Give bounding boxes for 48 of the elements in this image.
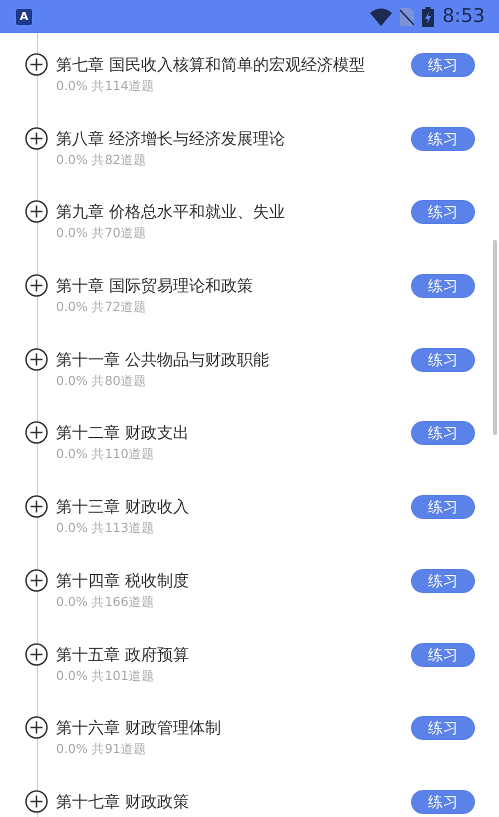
- practice-button[interactable]: 练习: [411, 642, 475, 666]
- practice-button[interactable]: 练习: [411, 53, 475, 77]
- expand-icon[interactable]: [25, 716, 48, 740]
- no-sim-icon: [400, 8, 414, 26]
- practice-button[interactable]: 练习: [411, 421, 475, 446]
- notification-icon: A: [16, 8, 32, 24]
- chapter-stats: 0.0% 共72道题: [56, 298, 148, 316]
- expand-icon[interactable]: [25, 642, 48, 666]
- battery-icon: [422, 6, 434, 26]
- chapter-stats: 0.0% 共110道题: [56, 445, 156, 464]
- expand-icon[interactable]: [25, 421, 48, 444]
- wifi-icon: [370, 8, 392, 26]
- chapter-stats: 0.0% 共80道题: [56, 372, 148, 390]
- practice-button[interactable]: 练习: [411, 274, 475, 298]
- chapter-stats: 0.0% 共82道题: [56, 150, 148, 169]
- practice-button[interactable]: 练习: [411, 348, 475, 372]
- chapter-stats: 0.0% 共166道题: [56, 592, 156, 611]
- expand-icon[interactable]: [25, 568, 48, 592]
- expand-icon[interactable]: [25, 790, 48, 813]
- practice-button[interactable]: 练习: [411, 126, 475, 151]
- chapter-title: 第十六章 财政管理体制: [56, 718, 222, 738]
- chapter-title: 第八章 经济增长与经济发展理论: [56, 128, 286, 149]
- chapter-title: 第十章 国际贸易理论和政策: [56, 276, 254, 296]
- practice-button[interactable]: 练习: [411, 716, 475, 740]
- chapter-title: 第十七章 财政政策: [56, 792, 190, 812]
- expand-icon[interactable]: [25, 495, 48, 518]
- chapter-stats: 0.0% 共113道题: [56, 519, 156, 538]
- chapter-title: 第十四章 税收制度: [56, 570, 190, 591]
- practice-button[interactable]: 练习: [411, 200, 475, 224]
- chapter-title: 第十一章 公共物品与财政职能: [56, 350, 270, 370]
- expand-icon[interactable]: [25, 126, 48, 150]
- expand-icon[interactable]: [25, 200, 48, 224]
- expand-icon[interactable]: [25, 274, 48, 298]
- chapter-title: 第十三章 财政收入: [56, 497, 190, 518]
- expand-icon[interactable]: [25, 348, 48, 371]
- clock-time: 8:53: [442, 4, 485, 30]
- chapter-stats: 0.0% 共114道题: [56, 77, 156, 95]
- chapter-stats: 0.0% 共91道题: [56, 740, 148, 758]
- practice-button[interactable]: 练习: [411, 790, 475, 814]
- chapter-title: 第十二章 财政支出: [56, 423, 190, 444]
- expand-icon[interactable]: [25, 53, 48, 76]
- chapter-title: 第十五章 政府预算: [56, 644, 190, 664]
- chapter-stats: 0.0% 共70道题: [56, 224, 148, 242]
- chapter-title: 第七章 国民收入核算和简单的宏观经济模型: [56, 55, 366, 75]
- chapter-stats: 0.0% 共101道题: [56, 666, 156, 684]
- practice-button[interactable]: 练习: [411, 495, 475, 520]
- practice-button[interactable]: 练习: [411, 568, 475, 593]
- chapter-title: 第九章 价格总水平和就业、失业: [56, 202, 286, 222]
